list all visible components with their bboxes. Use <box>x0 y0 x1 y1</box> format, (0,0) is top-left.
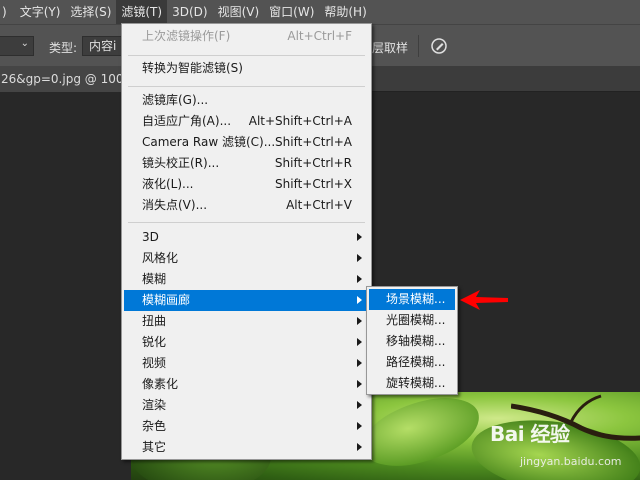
leaf-shape <box>356 392 486 474</box>
menu-item-video[interactable]: 视频 <box>124 353 369 374</box>
submenu-item-tilt-shift[interactable]: 移轴模糊... <box>369 331 455 352</box>
menu-item-noise[interactable]: 杂色 <box>124 416 369 437</box>
menu-item-liquify[interactable]: 液化(L)... Shift+Ctrl+X <box>124 174 369 195</box>
menu-separator <box>128 222 365 223</box>
menu-item-blur-gallery[interactable]: 模糊画廊 <box>124 290 369 311</box>
sample-all-layers-label[interactable]: 层取样 <box>372 39 408 56</box>
chevron-right-icon <box>357 443 362 451</box>
menubar-item-select[interactable]: 选择(S) <box>65 0 116 24</box>
menu-item-adaptive-wide-angle[interactable]: 自适应广角(A)... Alt+Shift+Ctrl+A <box>124 111 369 132</box>
submenu-item-field-blur[interactable]: 场景模糊... <box>369 289 455 310</box>
chevron-right-icon <box>357 380 362 388</box>
menu-item-other[interactable]: 其它 <box>124 437 369 458</box>
menu-item-blur[interactable]: 模糊 <box>124 269 369 290</box>
filter-menu: 上次滤镜操作(F) Alt+Ctrl+F 转换为智能滤镜(S) 滤镜库(G)..… <box>121 23 372 460</box>
annotation-arrow-icon <box>460 290 508 310</box>
chevron-right-icon <box>357 317 362 325</box>
menu-separator <box>128 86 365 87</box>
menu-item-stylize[interactable]: 风格化 <box>124 248 369 269</box>
menu-item-filter-gallery[interactable]: 滤镜库(G)... <box>124 90 369 111</box>
menubar-item-partial[interactable]: ) <box>0 0 12 24</box>
menu-item-3d[interactable]: 3D <box>124 227 369 248</box>
menubar-item-filter[interactable]: 滤镜(T) <box>116 0 168 24</box>
menu-item-vanishing-point[interactable]: 消失点(V)... Alt+Ctrl+V <box>124 195 369 216</box>
menu-bar: ) 文字(Y) 选择(S) 滤镜(T) 3D(D) 视图(V) 窗口(W) 帮助… <box>0 0 640 24</box>
menu-item-sharpen[interactable]: 锐化 <box>124 332 369 353</box>
watermark-logo: Bai 经验 <box>490 422 570 446</box>
menu-item-pixelate[interactable]: 像素化 <box>124 374 369 395</box>
submenu-item-path-blur[interactable]: 路径模糊... <box>369 352 455 373</box>
divider <box>418 35 419 57</box>
chevron-right-icon <box>357 422 362 430</box>
menu-item-camera-raw[interactable]: Camera Raw 滤镜(C)... Shift+Ctrl+A <box>124 132 369 153</box>
menubar-item-type[interactable]: 文字(Y) <box>15 0 66 24</box>
pen-icon[interactable] <box>430 37 448 55</box>
document-tab[interactable]: 26&gp=0.jpg @ 100% <box>0 66 141 92</box>
submenu-item-spin-blur[interactable]: 旋转模糊... <box>369 373 455 394</box>
chevron-right-icon <box>357 338 362 346</box>
watermark-url: jingyan.baidu.com <box>520 455 622 468</box>
type-label: 类型: <box>49 41 78 55</box>
menu-item-render[interactable]: 渲染 <box>124 395 369 416</box>
chevron-right-icon <box>357 275 362 283</box>
chevron-down-icon: ⌄ <box>20 38 29 49</box>
submenu-item-iris-blur[interactable]: 光圈模糊... <box>369 310 455 331</box>
menubar-item-view[interactable]: 视图(V) <box>213 0 265 24</box>
menu-item-last-filter: 上次滤镜操作(F) Alt+Ctrl+F <box>142 29 352 43</box>
chevron-right-icon <box>357 401 362 409</box>
menu-item-lens-correction[interactable]: 镜头校正(R)... Shift+Ctrl+R <box>124 153 369 174</box>
chevron-right-icon <box>357 254 362 262</box>
menubar-item-help[interactable]: 帮助(H) <box>319 0 371 24</box>
chevron-right-icon <box>357 233 362 241</box>
menubar-item-window[interactable]: 窗口(W) <box>264 0 319 24</box>
menubar-item-3d[interactable]: 3D(D) <box>167 0 212 24</box>
menu-item-distort[interactable]: 扭曲 <box>124 311 369 332</box>
blur-gallery-submenu: 场景模糊... 光圈模糊... 移轴模糊... 路径模糊... 旋转模糊... <box>366 286 458 395</box>
chevron-right-icon <box>357 296 362 304</box>
menu-item-convert-smart-filter[interactable]: 转换为智能滤镜(S) <box>124 58 369 79</box>
chevron-right-icon <box>357 359 362 367</box>
menu-separator <box>128 55 365 56</box>
tool-preset-select[interactable]: ⌄ <box>0 36 34 56</box>
